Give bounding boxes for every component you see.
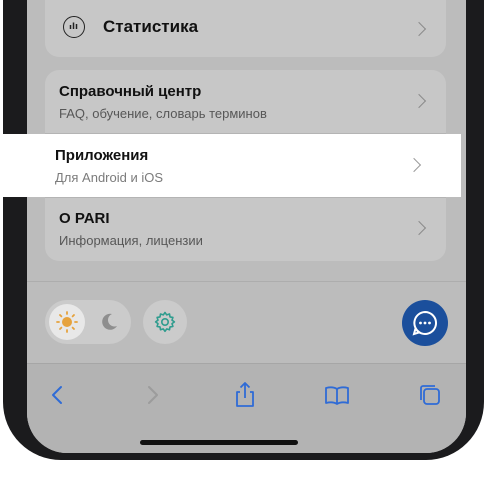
menu-item-subtitle: Для Android и iOS xyxy=(55,170,164,185)
menu-item-title: Приложения xyxy=(55,147,149,164)
sun-icon xyxy=(56,311,78,333)
menu-item-about[interactable]: О PARI Информация, лицензии xyxy=(45,197,446,260)
tabs-button[interactable] xyxy=(413,378,447,412)
section-divider xyxy=(27,281,466,282)
gear-icon xyxy=(154,311,176,333)
theme-switcher xyxy=(45,300,131,344)
forward-button[interactable] xyxy=(135,378,169,412)
support-chat-button[interactable] xyxy=(402,300,448,346)
moon-icon xyxy=(102,313,117,330)
menu-item-help-center[interactable]: Справочный центр FAQ, обучение, словарь … xyxy=(45,70,446,133)
share-button[interactable] xyxy=(228,378,262,412)
menu-item-subtitle: Информация, лицензии xyxy=(59,233,203,248)
chevron-right-icon xyxy=(406,157,422,173)
share-icon xyxy=(236,382,254,407)
dark-theme-button[interactable] xyxy=(91,304,127,340)
back-icon xyxy=(52,386,62,404)
menu-item-subtitle: FAQ, обучение, словарь терминов xyxy=(59,106,267,121)
tabs-icon xyxy=(420,385,440,405)
menu-item-title: Справочный центр xyxy=(59,83,202,100)
bottom-actions xyxy=(45,300,448,346)
bookmarks-button[interactable] xyxy=(320,378,354,412)
phone-frame: Статистика Справочный центр FAQ, обучени… xyxy=(3,0,484,460)
chat-bubble-icon xyxy=(412,310,437,336)
menu-item-statistics[interactable]: Статистика xyxy=(45,0,446,57)
statistics-icon xyxy=(63,16,85,38)
chevron-right-icon xyxy=(411,93,427,109)
chevron-right-icon xyxy=(411,220,427,236)
statistics-card: Статистика xyxy=(45,0,446,57)
menu-item-apps[interactable]: Приложения Для Android и iOS xyxy=(0,134,461,197)
menu-item-label: Статистика xyxy=(103,17,199,36)
back-button[interactable] xyxy=(41,378,75,412)
chevron-right-icon xyxy=(411,21,427,37)
menu-item-title: О PARI xyxy=(59,210,110,227)
light-theme-button[interactable] xyxy=(49,304,85,340)
settings-button[interactable] xyxy=(143,300,187,344)
app-screen: Статистика Справочный центр FAQ, обучени… xyxy=(27,0,466,453)
home-indicator xyxy=(140,440,298,445)
bookmarks-icon xyxy=(325,386,349,405)
forward-icon xyxy=(148,386,158,404)
